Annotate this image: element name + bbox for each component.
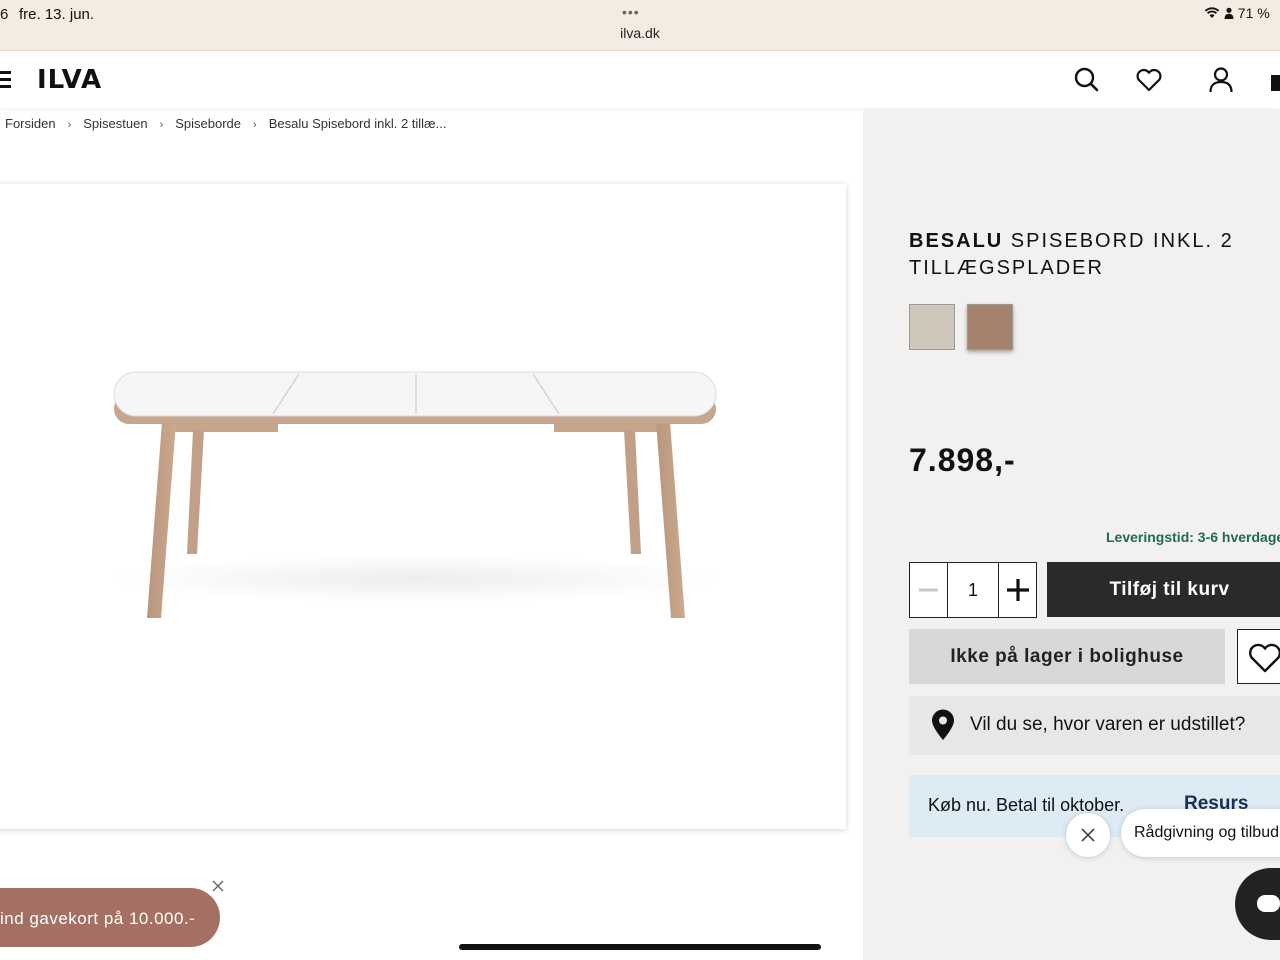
chat-prompt-text: Rådgivning og tilbud: [1134, 824, 1279, 841]
status-time: 6: [0, 6, 9, 23]
breadcrumb-link-forsiden[interactable]: Forsiden: [5, 116, 56, 131]
minus-icon: [919, 588, 938, 592]
site-header: ILVA: [0, 51, 1280, 108]
chat-close-button[interactable]: [1066, 813, 1110, 857]
breadcrumb: Forsiden › Spisestuen › Spiseborde › Besalu Sp…: [5, 116, 446, 131]
status-indicators: 71 %: [1204, 5, 1270, 21]
heart-icon[interactable]: [1134, 65, 1164, 95]
color-swatch-oak[interactable]: [967, 304, 1013, 350]
location-pin-icon: [932, 709, 954, 740]
search-icon[interactable]: [1072, 65, 1102, 95]
quantity-stepper: 1: [909, 562, 1037, 618]
color-swatch-light[interactable]: [909, 304, 955, 350]
wishlist-button[interactable]: [1237, 629, 1280, 684]
user-icon[interactable]: [1206, 65, 1236, 95]
breadcrumb-link-spisestuen[interactable]: Spisestuen: [83, 116, 147, 131]
store-stock-button[interactable]: Ikke på lager i bolighuse: [909, 629, 1225, 684]
heart-icon: [1248, 643, 1280, 673]
breadcrumb-separator: ›: [67, 119, 72, 131]
quantity-input[interactable]: 1: [948, 563, 998, 617]
promo-banner[interactable]: ind gavekort på 10.000.-: [0, 888, 220, 947]
url-address[interactable]: ilva.dk: [0, 25, 1280, 41]
plus-icon: [1007, 579, 1029, 601]
promo-text: ind gavekort på 10.000.-: [0, 909, 196, 928]
add-to-cart-button[interactable]: Tilføj til kurv: [1047, 562, 1280, 617]
chat-prompt-bubble[interactable]: Rådgivning og tilbud: [1121, 809, 1280, 857]
dining-table-illustration: [106, 371, 726, 618]
chat-launcher-button[interactable]: [1235, 868, 1280, 940]
product-image[interactable]: [0, 184, 846, 829]
ilva-logo[interactable]: ILVA: [37, 65, 102, 95]
showroom-label: Vil du se, hvor varen er udstillet?: [970, 714, 1246, 735]
showroom-locator-button[interactable]: Vil du se, hvor varen er udstillet?: [909, 696, 1280, 755]
promo-close-icon[interactable]: [210, 878, 226, 894]
increase-quantity-button[interactable]: [998, 563, 1037, 617]
product-brand: BESALU: [909, 230, 1004, 252]
cart-icon[interactable]: [1268, 65, 1280, 95]
wifi-icon: [1204, 7, 1220, 18]
breadcrumb-current: Besalu Spisebord inkl. 2 tillæ...: [268, 116, 447, 131]
menu-icon[interactable]: [0, 71, 11, 88]
tab-options-dots[interactable]: •••: [622, 4, 640, 20]
breadcrumb-separator: ›: [159, 119, 164, 131]
person-icon: [1224, 7, 1234, 19]
home-indicator[interactable]: [459, 944, 821, 950]
product-title: BESALU SPISEBORD INKL. 2 TILLÆGSPLADER: [909, 228, 1239, 282]
status-date: fre. 13. jun.: [19, 6, 95, 23]
delivery-time: Leveringstid: 3-6 hverdage: [1106, 529, 1280, 545]
battery-percent: 71 %: [1237, 5, 1270, 21]
breadcrumb-link-spiseborde[interactable]: Spiseborde: [175, 116, 241, 131]
chat-icon: [1257, 895, 1280, 912]
breadcrumb-separator: ›: [253, 119, 257, 131]
decrease-quantity-button[interactable]: [910, 563, 948, 617]
product-price: 7.898,-: [909, 442, 1016, 478]
close-icon: [1081, 828, 1095, 842]
browser-status-bar: 6 fre. 13. jun. ••• ilva.dk 71 %: [0, 0, 1280, 51]
